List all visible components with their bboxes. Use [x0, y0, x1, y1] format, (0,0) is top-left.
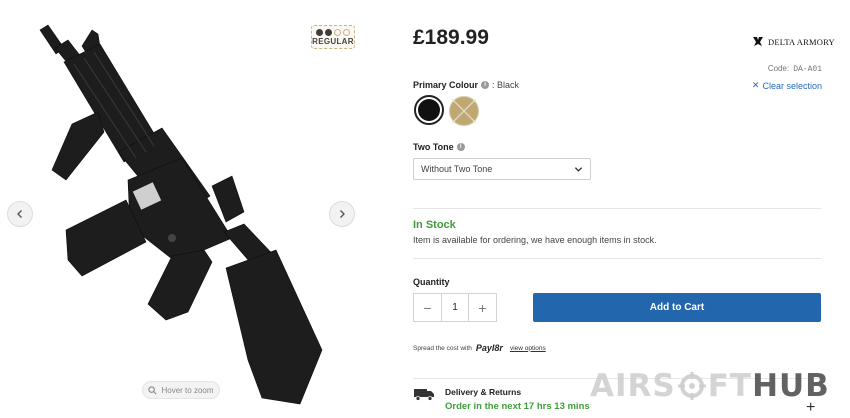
watermark-part-3: HUB: [752, 368, 830, 404]
grade-dots-icon: [316, 28, 350, 36]
previous-image-button[interactable]: [7, 201, 33, 227]
primary-colour-title: Primary Colour: [413, 80, 479, 90]
info-icon[interactable]: i: [456, 143, 465, 151]
two-tone-select[interactable]: Without Two Tone: [413, 158, 591, 180]
two-tone-label: Two Tone i: [413, 142, 465, 152]
brand-emblem-icon: [753, 37, 763, 46]
add-to-cart-button[interactable]: Add to Cart: [533, 293, 821, 322]
stock-status: In Stock: [413, 219, 456, 231]
quantity-input[interactable]: 1: [441, 294, 469, 321]
colour-swatch-black[interactable]: [414, 95, 444, 125]
product-price: £189.99: [413, 26, 489, 49]
view-options-link[interactable]: view options: [510, 345, 546, 352]
product-code-value: DA-A01: [793, 65, 822, 74]
decrease-quantity-button[interactable]: −: [414, 294, 441, 321]
watermark-part-1: AIRS: [590, 368, 676, 404]
airsofthub-watermark: AIRS FT HUB: [590, 368, 830, 404]
payl8r-logo: Payl8r: [475, 343, 503, 353]
zoom-icon: [148, 385, 157, 394]
two-tone-selected-value: Without Two Tone: [421, 164, 493, 174]
next-image-button[interactable]: [329, 201, 355, 227]
quantity-stepper: − 1 +: [413, 293, 497, 322]
chevron-right-icon: [340, 210, 345, 218]
chevron-left-icon: [17, 210, 22, 218]
chevron-down-icon: [574, 166, 583, 172]
primary-colour-value: : Black: [492, 80, 520, 90]
product-image[interactable]: [0, 0, 370, 418]
product-code: Code: DA-A01: [768, 64, 822, 74]
delivery-returns-section[interactable]: Delivery & Returns Order in the next 17 …: [413, 387, 590, 412]
delivery-truck-icon: [414, 389, 434, 401]
clear-selection-link[interactable]: ✕ Clear selection: [752, 80, 822, 91]
watermark-part-2: FT: [707, 368, 753, 404]
delivery-title: Delivery & Returns: [445, 387, 522, 397]
clear-selection-label: Clear selection: [762, 80, 822, 91]
increase-quantity-button[interactable]: +: [469, 294, 496, 321]
two-tone-title: Two Tone: [413, 142, 454, 152]
divider: [413, 208, 821, 209]
stock-description: Item is available for ordering, we have …: [413, 235, 657, 245]
primary-colour-label: Primary Colour i : Black: [413, 80, 519, 90]
unavailable-cross-icon: [451, 98, 477, 124]
info-icon[interactable]: i: [481, 81, 490, 89]
brand-name: DELTA ARMORY: [768, 36, 835, 47]
product-code-label: Code:: [767, 64, 790, 73]
product-gallery: REGULAR Hover to zoom: [0, 0, 370, 418]
hover-to-zoom: Hover to zoom: [142, 381, 220, 399]
crosshair-gear-icon: [677, 372, 706, 400]
grade-label: REGULAR: [312, 36, 354, 46]
divider: [413, 258, 821, 259]
minus-icon: −: [423, 299, 432, 316]
payl8r-finance: Spread the cost with Payl8r view options: [413, 343, 546, 353]
grade-badge: REGULAR: [311, 25, 355, 49]
quantity-label: Quantity: [413, 277, 450, 287]
hover-to-zoom-label: Hover to zoom: [161, 385, 214, 395]
plus-icon: +: [478, 299, 487, 316]
colour-swatch-tan[interactable]: [449, 96, 479, 126]
spread-cost-text: Spread the cost with: [413, 344, 472, 352]
delivery-countdown: Order in the next 17 hrs 13 mins: [445, 401, 590, 412]
brand-logo[interactable]: DELTA ARMORY: [752, 36, 835, 47]
close-icon: ✕: [751, 80, 760, 90]
